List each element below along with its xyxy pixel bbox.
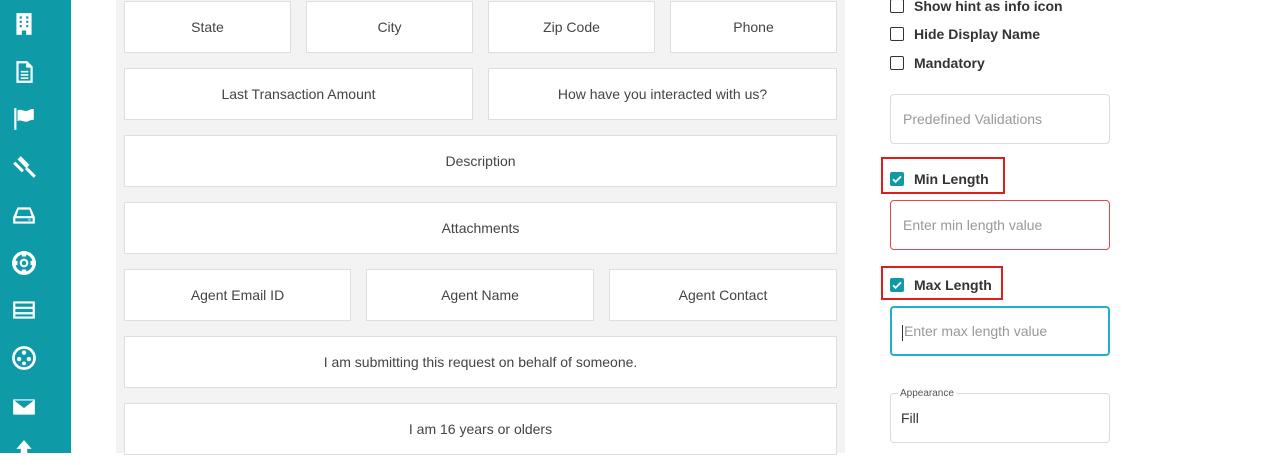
field-behalf-of-someone[interactable]: I am submitting this request on behalf o…	[124, 336, 837, 388]
envelope-icon[interactable]	[10, 393, 38, 421]
appearance-value: Fill	[901, 410, 919, 426]
checkmark-icon	[892, 281, 902, 290]
predefined-validations-input[interactable]	[901, 110, 1109, 128]
text-cursor	[902, 325, 903, 341]
min-length-input[interactable]	[901, 216, 1109, 234]
field-agent-name[interactable]: Agent Name	[366, 269, 594, 321]
building-icon[interactable]	[10, 10, 38, 38]
appearance-label: Appearance	[898, 388, 956, 399]
upload-icon[interactable]	[10, 437, 38, 465]
lifebuoy-icon[interactable]	[10, 249, 38, 277]
max-length-label: Max Length	[914, 277, 992, 293]
hard-drive-icon[interactable]	[10, 201, 38, 229]
field-agent-email-id[interactable]: Agent Email ID	[124, 269, 351, 321]
show-hint-option[interactable]: Show hint as info icon	[890, 0, 1063, 14]
predefined-validations-select[interactable]	[890, 94, 1110, 144]
network-icon[interactable]	[10, 344, 38, 372]
max-length-input[interactable]	[902, 322, 1108, 340]
document-icon[interactable]	[10, 58, 38, 86]
min-length-label: Min Length	[914, 171, 989, 187]
field-age-confirmation[interactable]: I am 16 years or olders	[124, 403, 837, 455]
min-length-checkbox[interactable]	[890, 172, 904, 186]
field-attachments[interactable]: Attachments	[124, 202, 837, 254]
show-hint-checkbox[interactable]	[890, 0, 904, 13]
show-hint-label: Show hint as info icon	[914, 0, 1063, 14]
field-phone[interactable]: Phone	[670, 1, 837, 53]
field-city[interactable]: City	[306, 1, 473, 53]
hide-display-name-option[interactable]: Hide Display Name	[890, 26, 1040, 42]
hide-display-name-label: Hide Display Name	[914, 26, 1041, 42]
max-length-checkbox[interactable]	[890, 278, 904, 292]
hide-display-name-checkbox[interactable]	[890, 27, 904, 41]
properties-panel: Show hint as info icon Hide Display Name…	[870, 0, 1275, 453]
field-zip-code[interactable]: Zip Code	[488, 1, 655, 53]
min-length-option[interactable]: Min Length	[890, 171, 989, 187]
min-length-field[interactable]	[890, 200, 1110, 250]
appearance-field[interactable]: Fill	[890, 393, 1110, 443]
checkmark-icon	[892, 175, 902, 184]
field-state[interactable]: State	[124, 1, 291, 53]
mandatory-checkbox[interactable]	[890, 56, 904, 70]
list-icon[interactable]	[10, 296, 38, 324]
mandatory-option[interactable]: Mandatory	[890, 55, 985, 71]
max-length-field[interactable]	[890, 306, 1110, 356]
gavel-icon[interactable]	[10, 153, 38, 181]
field-agent-contact[interactable]: Agent Contact	[609, 269, 837, 321]
sidebar	[0, 0, 71, 458]
flag-icon[interactable]	[10, 105, 38, 133]
max-length-option[interactable]: Max Length	[890, 277, 992, 293]
mandatory-label: Mandatory	[914, 55, 985, 71]
field-last-transaction-amount[interactable]: Last Transaction Amount	[124, 68, 473, 120]
field-description[interactable]: Description	[124, 135, 837, 187]
field-how-interacted[interactable]: How have you interacted with us?	[488, 68, 837, 120]
